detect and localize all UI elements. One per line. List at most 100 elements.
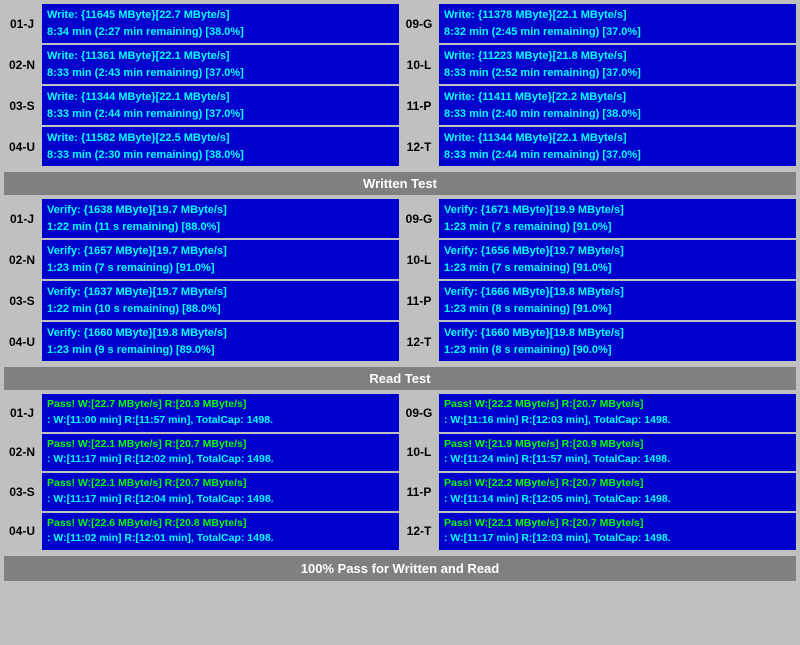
table-row: 01-JVerify: {1638 MByte}[19.7 MByte/s]1:…	[4, 199, 796, 240]
drive-data: Write: {11582 MByte}[22.5 MByte/s]8:33 m…	[42, 127, 399, 166]
pass-line1: Pass! W:[22.2 MByte/s] R:[20.7 MByte/s]	[444, 397, 791, 413]
drive-id: 11-P	[401, 86, 437, 125]
drive-id: 01-J	[4, 4, 40, 43]
drive-data: Verify: {1638 MByte}[19.7 MByte/s]1:22 m…	[42, 199, 399, 238]
pass-line2: : W:[11:17 min] R:[12:04 min], TotalCap:…	[47, 492, 394, 508]
list-item: 12-TPass! W:[22.1 MByte/s] R:[20.7 MByte…	[401, 513, 796, 551]
pass-line1: Pass! W:[22.1 MByte/s] R:[20.7 MByte/s]	[444, 516, 791, 532]
written-test-header: Written Test	[4, 172, 796, 195]
drive-data: Write: {11411 MByte}[22.2 MByte/s]8:33 m…	[439, 86, 796, 125]
list-item: 09-GPass! W:[22.2 MByte/s] R:[20.7 MByte…	[401, 394, 796, 432]
drive-id: 09-G	[401, 4, 437, 43]
drive-data: Write: {11344 MByte}[22.1 MByte/s]8:33 m…	[439, 127, 796, 166]
table-row: 04-UWrite: {11582 MByte}[22.5 MByte/s]8:…	[4, 127, 796, 168]
data-line2: 1:23 min (8 s remaining) [91.0%]	[444, 301, 791, 318]
pass-line1: Pass! W:[22.6 MByte/s] R:[20.8 MByte/s]	[47, 516, 394, 532]
drive-data: Verify: {1671 MByte}[19.9 MByte/s]1:23 m…	[439, 199, 796, 238]
list-item: 03-SVerify: {1637 MByte}[19.7 MByte/s]1:…	[4, 281, 399, 320]
data-line2: 8:34 min (2:27 min remaining) [38.0%]	[47, 24, 394, 41]
drive-data: Verify: {1666 MByte}[19.8 MByte/s]1:23 m…	[439, 281, 796, 320]
data-line2: 8:33 min (2:30 min remaining) [38.0%]	[47, 147, 394, 164]
data-line1: Write: {11361 MByte}[22.1 MByte/s]	[47, 48, 394, 65]
data-line1: Write: {11645 MByte}[22.7 MByte/s]	[47, 7, 394, 24]
pass-line1: Pass! W:[22.7 MByte/s] R:[20.9 MByte/s]	[47, 397, 394, 413]
drive-id: 02-N	[4, 45, 40, 84]
drive-id: 02-N	[4, 434, 40, 472]
drive-data: Write: {11378 MByte}[22.1 MByte/s]8:32 m…	[439, 4, 796, 43]
drive-data: Pass! W:[22.2 MByte/s] R:[20.7 MByte/s]:…	[439, 473, 796, 511]
data-line1: Verify: {1660 MByte}[19.8 MByte/s]	[444, 325, 791, 342]
verify-section: 01-JVerify: {1638 MByte}[19.7 MByte/s]1:…	[4, 199, 796, 363]
pass-line2: : W:[11:16 min] R:[12:03 min], TotalCap:…	[444, 413, 791, 429]
drive-data: Pass! W:[22.2 MByte/s] R:[20.7 MByte/s]:…	[439, 394, 796, 432]
data-line1: Verify: {1671 MByte}[19.9 MByte/s]	[444, 202, 791, 219]
main-container: 01-JWrite: {11645 MByte}[22.7 MByte/s]8:…	[0, 0, 800, 585]
pass-line2: : W:[11:17 min] R:[12:02 min], TotalCap:…	[47, 452, 394, 468]
drive-data: Pass! W:[21.9 MByte/s] R:[20.9 MByte/s]:…	[439, 434, 796, 472]
data-line2: 8:33 min (2:44 min remaining) [37.0%]	[444, 147, 791, 164]
list-item: 02-NWrite: {11361 MByte}[22.1 MByte/s]8:…	[4, 45, 399, 84]
data-line2: 1:23 min (7 s remaining) [91.0%]	[444, 219, 791, 236]
drive-data: Verify: {1637 MByte}[19.7 MByte/s]1:22 m…	[42, 281, 399, 320]
drive-data: Verify: {1657 MByte}[19.7 MByte/s]1:23 m…	[42, 240, 399, 279]
drive-data: Write: {11645 MByte}[22.7 MByte/s]8:34 m…	[42, 4, 399, 43]
table-row: 02-NPass! W:[22.1 MByte/s] R:[20.7 MByte…	[4, 434, 796, 474]
data-line1: Write: {11223 MByte}[21.8 MByte/s]	[444, 48, 791, 65]
drive-id: 12-T	[401, 322, 437, 361]
pass-line1: Pass! W:[22.2 MByte/s] R:[20.7 MByte/s]	[444, 476, 791, 492]
data-line2: 1:23 min (8 s remaining) [90.0%]	[444, 342, 791, 359]
data-line2: 8:33 min (2:43 min remaining) [37.0%]	[47, 65, 394, 82]
list-item: 02-NVerify: {1657 MByte}[19.7 MByte/s]1:…	[4, 240, 399, 279]
data-line1: Write: {11344 MByte}[22.1 MByte/s]	[47, 89, 394, 106]
data-line2: 8:32 min (2:45 min remaining) [37.0%]	[444, 24, 791, 41]
pass-line1: Pass! W:[21.9 MByte/s] R:[20.9 MByte/s]	[444, 437, 791, 453]
drive-id: 04-U	[4, 322, 40, 361]
list-item: 09-GVerify: {1671 MByte}[19.9 MByte/s]1:…	[401, 199, 796, 238]
drive-id: 03-S	[4, 281, 40, 320]
data-line2: 1:22 min (11 s remaining) [88.0%]	[47, 219, 394, 236]
list-item: 03-S Write: {11344 MByte}[22.1 MByte/s]8:…	[4, 86, 399, 125]
data-line1: Verify: {1660 MByte}[19.8 MByte/s]	[47, 325, 394, 342]
drive-id: 01-J	[4, 394, 40, 432]
data-line2: 8:33 min (2:44 min remaining) [37.0%]	[47, 106, 394, 123]
drive-id: 03-S	[4, 86, 40, 125]
table-row: 01-JWrite: {11645 MByte}[22.7 MByte/s]8:…	[4, 4, 796, 45]
table-row: 02-NWrite: {11361 MByte}[22.1 MByte/s]8:…	[4, 45, 796, 86]
drive-data: Pass! W:[22.7 MByte/s] R:[20.9 MByte/s]:…	[42, 394, 399, 432]
pass-line2: : W:[11:00 min] R:[11:57 min], TotalCap:…	[47, 413, 394, 429]
data-line1: Verify: {1666 MByte}[19.8 MByte/s]	[444, 284, 791, 301]
drive-id: 04-U	[4, 127, 40, 166]
table-row: 03-SPass! W:[22.1 MByte/s] R:[20.7 MByte…	[4, 473, 796, 513]
drive-data: Pass! W:[22.1 MByte/s] R:[20.7 MByte/s]:…	[42, 434, 399, 472]
list-item: 11-PVerify: {1666 MByte}[19.8 MByte/s]1:…	[401, 281, 796, 320]
drive-id: 10-L	[401, 434, 437, 472]
list-item: 03-SPass! W:[22.1 MByte/s] R:[20.7 MByte…	[4, 473, 399, 511]
list-item: 04-UWrite: {11582 MByte}[22.5 MByte/s]8:…	[4, 127, 399, 166]
list-item: 09-GWrite: {11378 MByte}[22.1 MByte/s]8:…	[401, 4, 796, 43]
drive-data: Write: {11361 MByte}[22.1 MByte/s]8:33 m…	[42, 45, 399, 84]
drive-id: 10-L	[401, 240, 437, 279]
drive-id: 09-G	[401, 394, 437, 432]
drive-data: Verify: {1656 MByte}[19.7 MByte/s]1:23 m…	[439, 240, 796, 279]
pass-line2: : W:[11:14 min] R:[12:05 min], TotalCap:…	[444, 492, 791, 508]
list-item: 01-JPass! W:[22.7 MByte/s] R:[20.9 MByte…	[4, 394, 399, 432]
data-line1: Verify: {1637 MByte}[19.7 MByte/s]	[47, 284, 394, 301]
drive-data: Write: {11223 MByte}[21.8 MByte/s]8:33 m…	[439, 45, 796, 84]
drive-id: 02-N	[4, 240, 40, 279]
pass-line2: : W:[11:24 min] R:[11:57 min], TotalCap:…	[444, 452, 791, 468]
table-row: 03-SVerify: {1637 MByte}[19.7 MByte/s]1:…	[4, 281, 796, 322]
drive-id: 04-U	[4, 513, 40, 551]
data-line1: Write: {11582 MByte}[22.5 MByte/s]	[47, 130, 394, 147]
pass-line2: : W:[11:02 min] R:[12:01 min], TotalCap:…	[47, 531, 394, 547]
drive-data: Pass! W:[22.1 MByte/s] R:[20.7 MByte/s]:…	[439, 513, 796, 551]
list-item: 12-TVerify: {1660 MByte}[19.8 MByte/s]1:…	[401, 322, 796, 361]
drive-id: 03-S	[4, 473, 40, 511]
data-line2: 8:33 min (2:52 min remaining) [37.0%]	[444, 65, 791, 82]
data-line2: 1:23 min (7 s remaining) [91.0%]	[47, 260, 394, 277]
list-item: 12-TWrite: {11344 MByte}[22.1 MByte/s]8:…	[401, 127, 796, 166]
data-line1: Write: {11378 MByte}[22.1 MByte/s]	[444, 7, 791, 24]
drive-id: 11-P	[401, 473, 437, 511]
drive-id: 01-J	[4, 199, 40, 238]
drive-data: Verify: {1660 MByte}[19.8 MByte/s]1:23 m…	[439, 322, 796, 361]
data-line2: 1:23 min (7 s remaining) [91.0%]	[444, 260, 791, 277]
